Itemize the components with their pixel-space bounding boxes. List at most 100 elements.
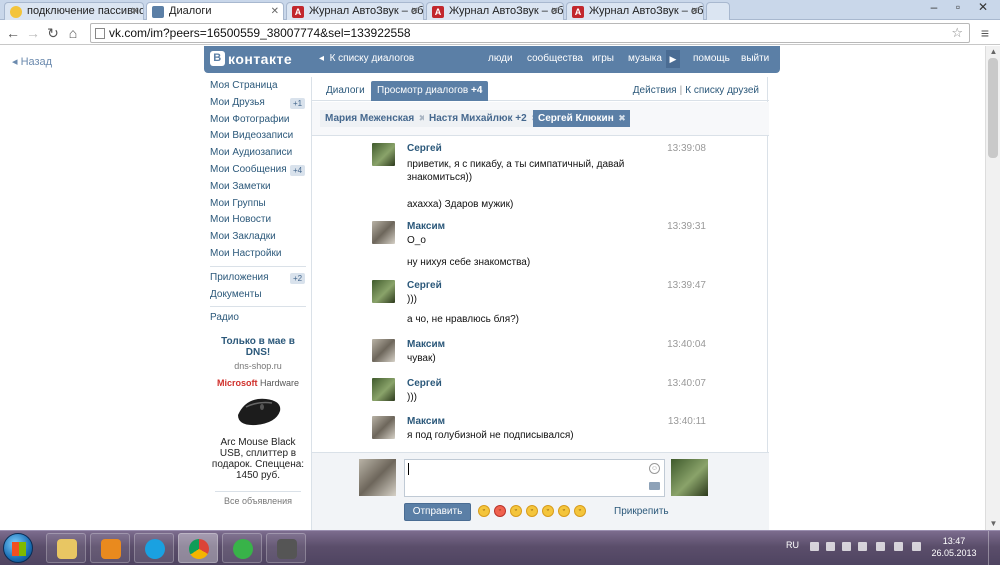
avatar[interactable]	[372, 280, 395, 303]
tray-arrow-icon[interactable]	[810, 542, 819, 551]
peer-chip[interactable]: Мария Меженская ✖	[320, 110, 431, 127]
taskbar-app[interactable]	[266, 533, 306, 563]
avatar[interactable]	[372, 221, 395, 244]
message-author[interactable]: Сергей	[407, 280, 442, 291]
browser-tab[interactable]: A Журнал АвтоЗвук – обзо ✕	[566, 2, 704, 20]
scrollbar-thumb[interactable]	[988, 58, 998, 158]
camera-icon[interactable]	[649, 482, 660, 490]
vk-logo[interactable]: Вконтакте	[210, 51, 292, 68]
tray-app-icon[interactable]	[876, 542, 885, 551]
scroll-down-icon[interactable]: ▼	[986, 518, 1000, 530]
taskbar-clock[interactable]: 13:47 26.05.2013	[930, 535, 978, 559]
menu-item-radio[interactable]: Радио	[210, 310, 310, 327]
taskbar-chrome[interactable]	[178, 533, 218, 563]
reload-icon[interactable]: ↻	[44, 23, 62, 43]
address-bar[interactable]: vk.com/im?peers=16500559_38007774&sel=13…	[90, 23, 970, 43]
nav-games[interactable]: игры	[592, 53, 614, 64]
menu-item-messages[interactable]: Мои Сообщения +4	[210, 162, 310, 179]
menu-item-audio[interactable]: Мои Аудиозаписи	[210, 145, 310, 162]
menu-wrench-icon[interactable]: ≡	[976, 23, 994, 43]
close-icon[interactable]: ✕	[551, 3, 559, 20]
attach-link[interactable]: Прикрепить	[614, 506, 669, 517]
menu-item-friends[interactable]: Мои Друзья +1	[210, 95, 310, 112]
peer-chip[interactable]: Настя Михайлюк +2✖	[424, 110, 543, 127]
peer-chip-selected[interactable]: Сергей Клюкин ✖	[533, 110, 630, 127]
tab-dialogs[interactable]: Диалоги	[320, 81, 371, 101]
message-author[interactable]: Максим	[407, 416, 445, 427]
nav-logout[interactable]: выйти	[741, 53, 769, 64]
close-icon[interactable]: ✕	[131, 3, 139, 20]
scroll-up-icon[interactable]: ▲	[986, 46, 1000, 58]
close-icon[interactable]: ✕	[271, 3, 279, 20]
smile-icon[interactable]: ☺	[649, 463, 660, 474]
message-input[interactable]: ☺	[404, 459, 665, 497]
taskbar-mail-agent[interactable]	[222, 533, 262, 563]
avatar[interactable]	[372, 339, 395, 362]
menu-item-my-page[interactable]: Моя Страница	[210, 78, 310, 95]
close-icon[interactable]: ✖	[618, 110, 626, 127]
close-icon[interactable]: ✕	[411, 3, 419, 20]
emoji-smile-icon[interactable]: ᵕ	[526, 505, 538, 517]
close-window-icon[interactable]: ✕	[970, 0, 996, 16]
header-back-to-dialogs[interactable]: ◂ К списку диалогов	[319, 53, 414, 64]
my-avatar[interactable]	[359, 459, 396, 496]
tray-app-icon[interactable]	[826, 542, 835, 551]
avatar[interactable]	[372, 416, 395, 439]
message-author[interactable]: Максим	[407, 221, 445, 232]
avatar[interactable]	[372, 378, 395, 401]
tray-app-icon[interactable]	[858, 542, 867, 551]
menu-item-notes[interactable]: Мои Заметки	[210, 179, 310, 196]
menu-item-photos[interactable]: Мои Фотографии	[210, 112, 310, 129]
browser-tab-active[interactable]: Диалоги ✕	[146, 2, 284, 20]
browser-tab[interactable]: подключение пассивно ✕	[4, 2, 144, 20]
emoji-sad-icon[interactable]: ᵕ	[542, 505, 554, 517]
emoji-wink-icon[interactable]: ᵕ	[510, 505, 522, 517]
menu-item-documents[interactable]: Документы	[210, 287, 310, 304]
menu-item-bookmarks[interactable]: Мои Закладки	[210, 229, 310, 246]
all-ads-link[interactable]: Все объявления	[215, 491, 301, 506]
tray-app-icon[interactable]	[842, 542, 851, 551]
language-indicator[interactable]: RU	[786, 540, 799, 550]
back-arrow-icon[interactable]: ←	[4, 23, 22, 43]
minimize-icon[interactable]: –	[922, 0, 946, 16]
maximize-icon[interactable]: ▫	[946, 0, 970, 16]
menu-item-news[interactable]: Мои Новости	[210, 212, 310, 229]
avatar[interactable]	[372, 143, 395, 166]
taskbar-media-player[interactable]	[90, 533, 130, 563]
friends-list-link[interactable]: К списку друзей	[685, 85, 759, 96]
menu-item-settings[interactable]: Мои Настройки	[210, 246, 310, 263]
nav-music[interactable]: музыка	[628, 53, 662, 64]
ad-block[interactable]: Только в мае в DNS! dns-shop.ru Microsof…	[210, 336, 306, 506]
menu-item-videos[interactable]: Мои Видеозаписи	[210, 128, 310, 145]
message-author[interactable]: Максим	[407, 339, 445, 350]
back-link[interactable]: ◂ Назад	[12, 55, 52, 68]
emoji-angry-icon[interactable]: ᵕ	[494, 505, 506, 517]
message-author[interactable]: Сергей	[407, 378, 442, 389]
nav-people[interactable]: люди	[488, 53, 513, 64]
menu-item-groups[interactable]: Мои Группы	[210, 196, 310, 213]
network-icon[interactable]	[894, 542, 903, 551]
taskbar-skype[interactable]	[134, 533, 174, 563]
send-button[interactable]: Отправить	[404, 503, 471, 521]
emoji-tongue-icon[interactable]: ᵕ	[574, 505, 586, 517]
start-button[interactable]	[3, 533, 33, 563]
show-desktop-button[interactable]	[988, 531, 1000, 566]
new-tab-button[interactable]	[706, 2, 730, 20]
nav-communities[interactable]: сообщества	[527, 53, 583, 64]
close-icon[interactable]: ✕	[691, 3, 699, 20]
volume-icon[interactable]	[912, 542, 921, 551]
nav-help[interactable]: помощь	[693, 53, 730, 64]
forward-arrow-icon[interactable]: →	[24, 23, 42, 43]
emoji-happy-icon[interactable]: ᵕ	[558, 505, 570, 517]
play-icon[interactable]: ▶	[666, 50, 680, 68]
message-author[interactable]: Сергей	[407, 143, 442, 154]
page-scrollbar[interactable]: ▲ ▼	[985, 46, 1000, 530]
emoji-grin-icon[interactable]: ᵕ	[478, 505, 490, 517]
browser-tab[interactable]: A Журнал АвтоЗвук – обзо ✕	[286, 2, 424, 20]
browser-tab[interactable]: A Журнал АвтоЗвук – обзо ✕	[426, 2, 564, 20]
star-icon[interactable]: ☆	[951, 24, 963, 42]
tab-view-dialogs[interactable]: Просмотр диалогов +4	[371, 81, 489, 101]
home-icon[interactable]: ⌂	[64, 23, 82, 43]
taskbar-explorer[interactable]	[46, 533, 86, 563]
peer-avatar[interactable]	[671, 459, 708, 496]
